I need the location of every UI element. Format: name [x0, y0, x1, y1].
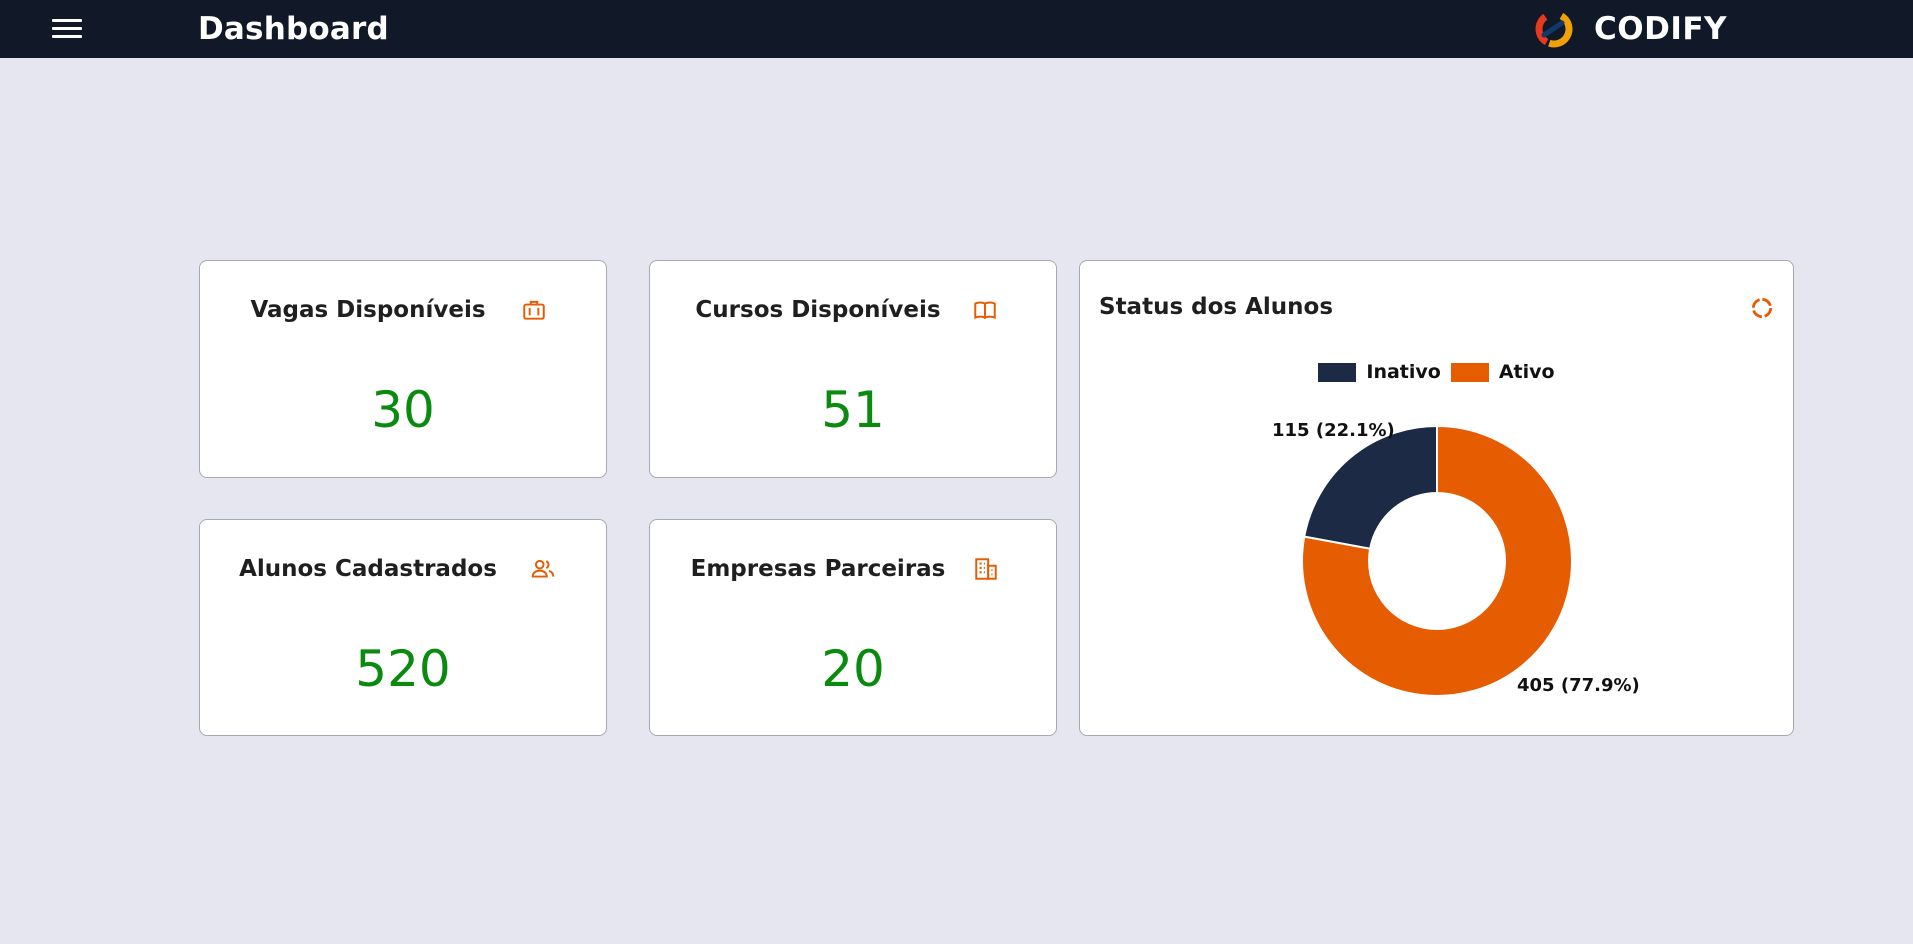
data-label-inativo: 115 (22.1%)	[1272, 420, 1395, 441]
card-vagas-disponiveis: Vagas Disponíveis 30	[199, 260, 607, 478]
card-value: 30	[371, 381, 435, 439]
card-alunos-cadastrados: Alunos Cadastrados 520	[199, 519, 607, 736]
brand-name: CODIFY	[1594, 11, 1727, 47]
card-cursos-disponiveis: Cursos Disponíveis 51	[649, 260, 1057, 478]
briefcase-icon	[523, 300, 545, 320]
card-status-alunos: Status dos Alunos Inativo Ativo 115 (22.…	[1079, 260, 1794, 736]
card-value: 20	[821, 640, 885, 698]
card-empresas-parceiras: Empresas Parceiras 20	[649, 519, 1057, 736]
building-icon	[975, 558, 997, 580]
book-icon	[974, 301, 996, 320]
donut-chart: 115 (22.1%) 405 (77.9%)	[1272, 420, 1640, 697]
hamburger-menu-icon[interactable]	[50, 16, 86, 42]
users-icon	[531, 559, 555, 578]
page-title: Dashboard	[198, 11, 389, 47]
codify-logo-icon	[1535, 10, 1573, 48]
card-value: 51	[821, 381, 885, 439]
slice-inativo[interactable]	[1303, 424, 1438, 550]
data-label-ativo: 405 (77.9%)	[1517, 675, 1640, 696]
card-value: 520	[355, 640, 451, 698]
brand[interactable]: CODIFY	[1534, 9, 1727, 49]
top-bar: Dashboard CODIFY	[0, 0, 1913, 58]
